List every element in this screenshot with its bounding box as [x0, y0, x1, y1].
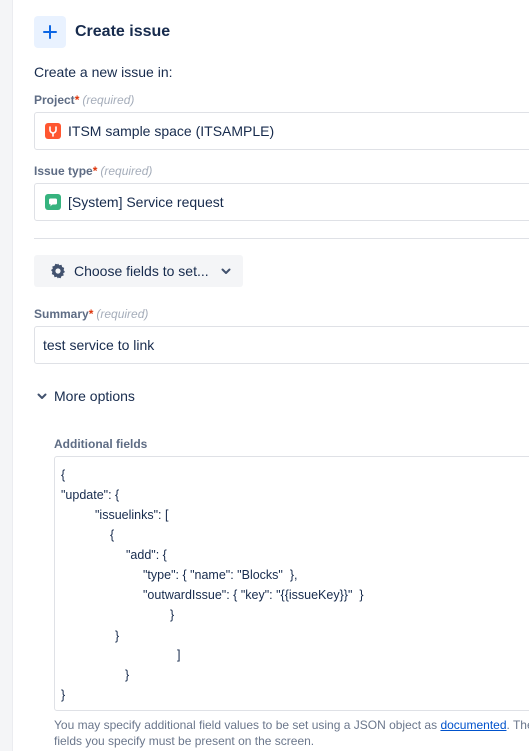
- issue-type-value: [System] Service request: [68, 194, 224, 210]
- issue-type-label: Issue type* (required): [34, 164, 152, 178]
- gear-icon: [51, 263, 65, 279]
- code-line: "type": { "name": "Blocks" },: [143, 568, 298, 582]
- chevron-down-icon: [37, 393, 47, 399]
- code-line: {: [61, 468, 66, 482]
- summary-value: test service to link: [43, 337, 155, 353]
- code-line: "update": {: [61, 488, 120, 502]
- more-options-label: More options: [54, 388, 135, 404]
- additional-fields-editor[interactable]: { "update": { "issuelinks": [ { "add": {…: [54, 456, 529, 711]
- project-label: Project* (required): [34, 93, 134, 107]
- required-star: *: [88, 307, 94, 321]
- code-line: }: [170, 608, 175, 622]
- required-star: *: [92, 164, 98, 178]
- code-line: }: [115, 629, 120, 643]
- project-label-text: Project: [34, 93, 75, 107]
- help-text-before: You may specify additional field values …: [54, 718, 441, 732]
- issue-type-select[interactable]: [System] Service request: [34, 183, 529, 221]
- plus-icon[interactable]: [34, 16, 66, 48]
- help-text: You may specify additional field values …: [54, 717, 529, 749]
- code-line: }: [125, 668, 130, 682]
- code-line: "issuelinks": [: [95, 508, 169, 522]
- dialog-header: Create issue: [34, 16, 170, 48]
- project-select[interactable]: ITSM sample space (ITSAMPLE): [34, 112, 529, 150]
- create-subtitle: Create a new issue in:: [34, 64, 173, 80]
- more-options-toggle[interactable]: More options: [34, 388, 135, 404]
- summary-label-text: Summary: [34, 307, 89, 321]
- required-hint: (required): [100, 164, 153, 178]
- project-avatar-icon: [45, 123, 61, 139]
- code-line: ]: [177, 648, 181, 662]
- code-line: "add": {: [126, 548, 167, 562]
- summary-label: Summary* (required): [34, 307, 148, 321]
- required-star: *: [74, 93, 80, 107]
- choose-fields-button[interactable]: Choose fields to set...: [34, 255, 243, 287]
- choose-fields-label: Choose fields to set...: [74, 263, 209, 279]
- required-hint: (required): [96, 307, 149, 321]
- service-request-icon: [45, 194, 61, 210]
- code-line: }: [61, 688, 66, 702]
- summary-field[interactable]: test service to link: [34, 326, 529, 364]
- code-line: {: [110, 528, 115, 542]
- left-panel-edge: [0, 0, 13, 751]
- chevron-down-icon: [221, 268, 231, 274]
- code-line: "outwardIssue": { "key": "{{issueKey}}" …: [143, 588, 364, 602]
- section-divider: [34, 238, 529, 239]
- required-hint: (required): [82, 93, 135, 107]
- issue-type-label-text: Issue type: [34, 164, 93, 178]
- project-value: ITSM sample space (ITSAMPLE): [68, 123, 275, 139]
- additional-fields-label: Additional fields: [54, 437, 148, 451]
- documented-link[interactable]: documented: [440, 718, 506, 732]
- page-title: Create issue: [75, 23, 171, 40]
